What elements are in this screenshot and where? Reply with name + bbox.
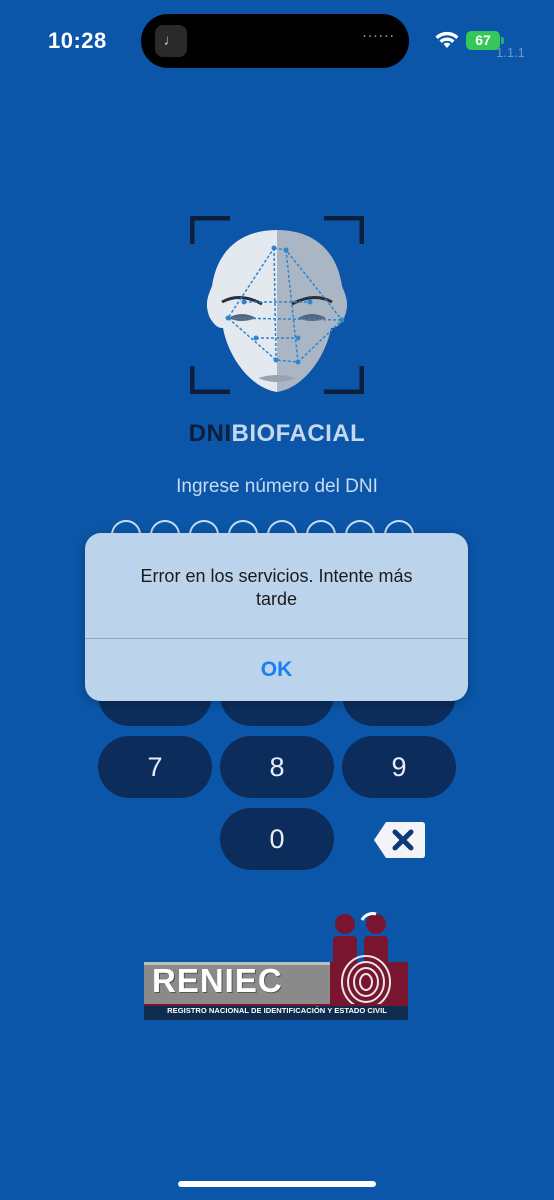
- reniec-subtitle: REGISTRO NACIONAL DE IDENTIFICACIÓN Y ES…: [167, 1006, 387, 1015]
- logo-wordmark: DNIBIOFACIAL: [0, 420, 554, 448]
- key-0[interactable]: 0: [220, 808, 334, 870]
- key-7[interactable]: 7: [98, 736, 212, 798]
- island-activity-dots: ······: [362, 29, 395, 45]
- alert-ok-button[interactable]: OK: [85, 639, 468, 701]
- home-indicator[interactable]: [178, 1181, 376, 1187]
- backspace-x-icon[interactable]: [372, 820, 426, 860]
- battery-tip: [501, 37, 504, 44]
- reniec-name: RENIEC: [152, 962, 283, 999]
- key-8[interactable]: 8: [220, 736, 334, 798]
- status-time: 10:28: [48, 28, 107, 53]
- dynamic-island[interactable]: ♩ ······: [141, 14, 409, 68]
- wifi-icon: [435, 31, 459, 48]
- error-alert: Error en los servicios. Intente más tard…: [85, 533, 468, 701]
- app-version: 1.1.1: [496, 45, 525, 60]
- alert-message: Error en los servicios. Intente más tard…: [140, 566, 413, 609]
- face-scan-logo: [190, 216, 364, 394]
- logo-word-biofacial: BIOFACIAL: [231, 420, 366, 447]
- island-app-icon: ♩: [155, 25, 187, 57]
- battery-indicator: 67: [466, 31, 500, 50]
- dni-prompt: Ingrese número del DNI: [176, 476, 378, 497]
- key-9[interactable]: 9: [342, 736, 456, 798]
- logo-word-dni: DNI: [188, 420, 232, 447]
